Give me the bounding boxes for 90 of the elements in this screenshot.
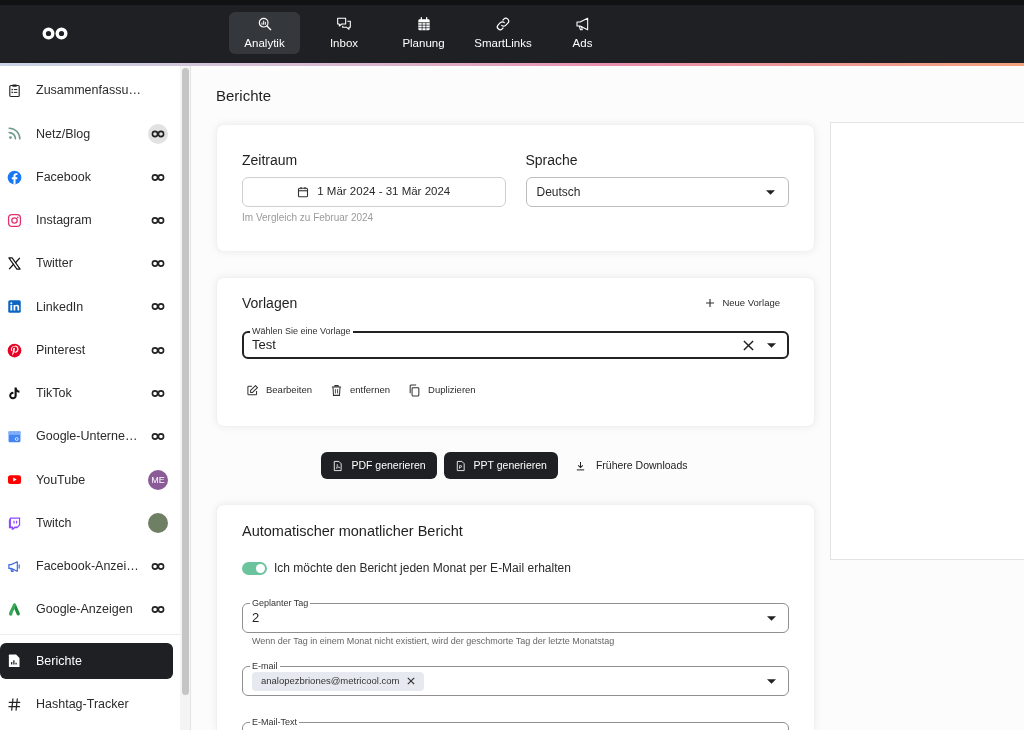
sidebar-item[interactable]: TikTok	[0, 371, 148, 415]
double-ring-icon[interactable]	[151, 389, 165, 397]
double-ring-icon[interactable]	[148, 123, 168, 144]
sidebar-item[interactable]: Facebook	[0, 155, 148, 199]
sidebar-item[interactable]: Google-Unterne…	[0, 415, 148, 459]
double-ring-icon[interactable]	[151, 173, 165, 181]
edit-icon	[246, 383, 259, 397]
sidebar-item[interactable]: Zusammenfassu…	[0, 69, 168, 113]
caret-down-icon	[767, 615, 776, 621]
section-label: Sprache	[525, 151, 579, 170]
clipboard-list-icon	[7, 83, 22, 99]
section-label: Vorlagen	[242, 294, 298, 313]
twitch-icon	[7, 515, 22, 531]
email-chip[interactable]: analopezbriones@metricool.com	[252, 671, 424, 691]
megaphone-icon	[574, 16, 591, 32]
close-icon	[406, 677, 415, 685]
musical-note-icon	[7, 385, 22, 401]
double-ring-icon[interactable]	[151, 606, 165, 614]
helper-text: Wenn der Tag in einem Monat nicht existiert, wird der geschmorte Tag der letzte Monatstag	[251, 636, 616, 646]
megaphone-icon	[7, 558, 22, 574]
calendar-icon	[297, 186, 310, 198]
sidebar-item[interactable]: Berichte	[0, 642, 173, 679]
toggle-switch[interactable]	[242, 561, 267, 575]
template-action-button[interactable]: Duplizieren	[404, 378, 480, 402]
nav-tab[interactable]: Ads	[547, 12, 618, 54]
field-label: Geplanter Tag	[250, 597, 311, 609]
template-action-button[interactable]: Bearbeiten	[242, 378, 316, 402]
double-ring-icon[interactable]	[151, 216, 165, 224]
avatar-placeholder	[148, 513, 168, 534]
downloads-button[interactable]: Frühere Downloads	[564, 452, 698, 479]
generate-button[interactable]: PPT generieren	[443, 452, 558, 479]
sidebar-item[interactable]: Pinterest	[0, 328, 148, 372]
comparison-note: Im Vergleich zu Februar 2024	[242, 212, 375, 224]
close-icon	[743, 339, 754, 351]
download-icon	[574, 459, 586, 472]
section-label: Automatischer monatlicher Bericht	[242, 522, 464, 541]
sidebar-item[interactable]: Google-Anzeigen	[0, 588, 148, 632]
avatar: ME	[148, 469, 168, 490]
template-action-button[interactable]: entfernen	[325, 378, 395, 402]
caret-down-icon	[767, 342, 776, 348]
field-label: E-Mail-Text	[250, 716, 299, 728]
rss-icon	[7, 126, 22, 142]
double-ring-icon[interactable]	[151, 260, 165, 268]
calendar-icon	[415, 16, 432, 32]
nav-tab[interactable]: Analytik	[229, 12, 300, 54]
double-ring-logo-icon	[42, 26, 68, 40]
scrollbar-thumb[interactable]	[182, 68, 189, 695]
date-range-button[interactable]: 1 Mär 2024 - 31 Mär 2024	[242, 177, 506, 207]
sidebar-item[interactable]: LinkedIn	[0, 285, 148, 329]
instagram-icon	[7, 212, 22, 228]
pdf-file-icon	[332, 459, 344, 472]
x-logo-icon	[7, 256, 22, 272]
linkedin-icon	[7, 299, 22, 315]
hashtag-icon	[7, 696, 22, 712]
field-label: E-mail	[250, 660, 280, 672]
plus-icon	[706, 299, 715, 307]
triangle-logo-icon	[7, 602, 22, 618]
document-chart-icon	[7, 653, 22, 669]
language-select[interactable]: Deutsch	[525, 177, 789, 207]
toggle-label: Ich möchte den Bericht jeden Monat per E-Mail erhalten	[274, 560, 571, 577]
facebook-icon	[7, 169, 22, 185]
new-template-button[interactable]: Neue Vorlage	[702, 291, 789, 315]
nav-tab[interactable]: Inbox	[308, 12, 380, 54]
generate-button[interactable]: PDF generieren	[321, 452, 437, 479]
magnifier-chart-icon	[256, 16, 273, 32]
storefront-icon	[7, 429, 22, 445]
nav-tab[interactable]: Planung	[388, 12, 459, 54]
double-ring-icon[interactable]	[151, 433, 165, 441]
sidebar-item[interactable]: Twitch	[0, 501, 148, 545]
sidebar-item[interactable]: Twitter	[0, 242, 148, 286]
link-icon	[495, 16, 511, 32]
nav-tab[interactable]: SmartLinks	[467, 12, 539, 54]
caret-down-icon	[767, 678, 776, 684]
sidebar-item[interactable]: Netz/Blog	[0, 112, 148, 156]
caret-down-icon	[766, 189, 775, 195]
double-ring-icon[interactable]	[151, 303, 165, 311]
sidebar-item[interactable]: Instagram	[0, 198, 148, 242]
sidebar-item[interactable]: Hashtag-Tracker	[0, 682, 173, 726]
double-ring-icon[interactable]	[151, 562, 165, 570]
copy-icon	[408, 383, 422, 397]
chat-bubbles-icon	[336, 16, 352, 32]
sidebar-item[interactable]: Facebook-Anzei…	[0, 544, 148, 588]
field-label: Wählen Sie eine Vorlage	[250, 325, 353, 337]
trash-icon	[329, 383, 343, 397]
file-icon	[454, 459, 466, 472]
pinterest-icon	[7, 342, 22, 358]
page-title: Berichte	[216, 86, 273, 106]
section-label: Zeitraum	[242, 151, 299, 170]
sidebar-item[interactable]: YouTube	[0, 458, 148, 502]
double-ring-icon[interactable]	[151, 346, 165, 354]
